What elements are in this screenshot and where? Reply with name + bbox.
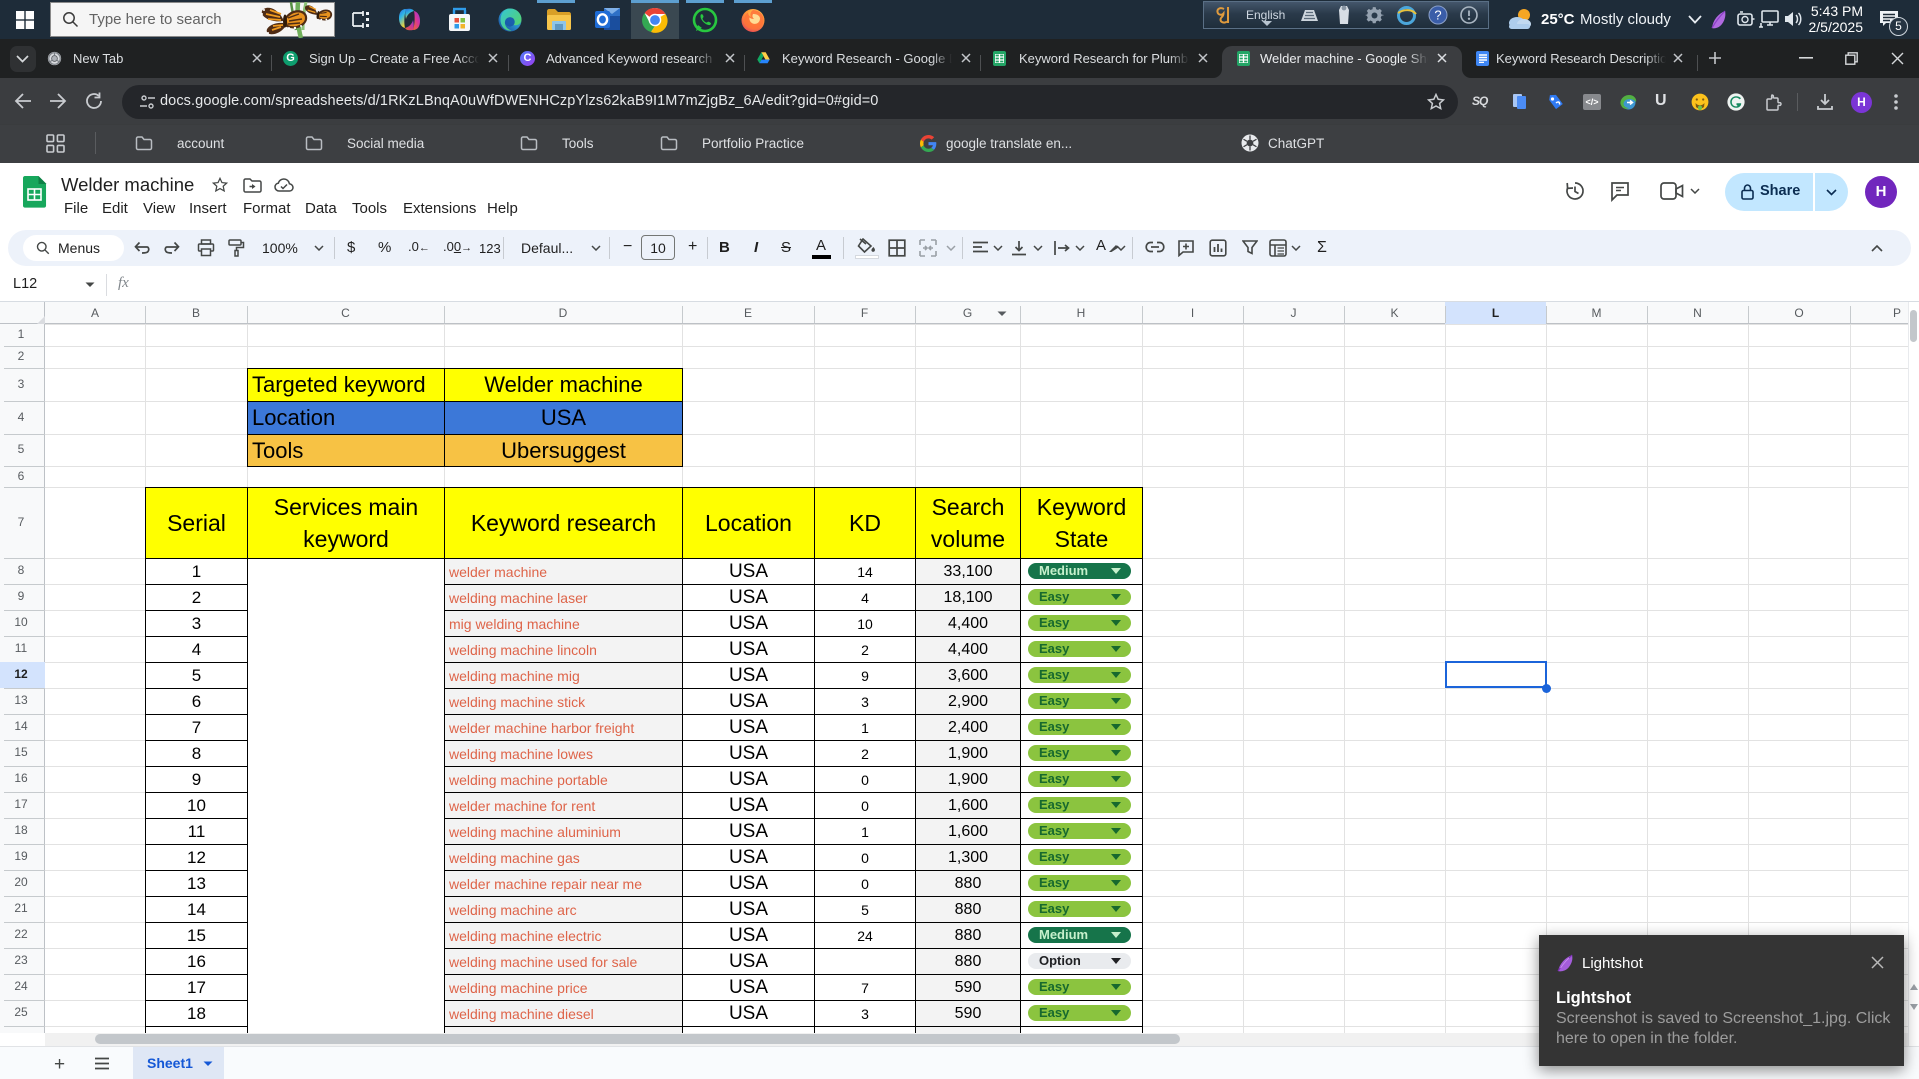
svg-text:?: ? (1434, 8, 1441, 23)
